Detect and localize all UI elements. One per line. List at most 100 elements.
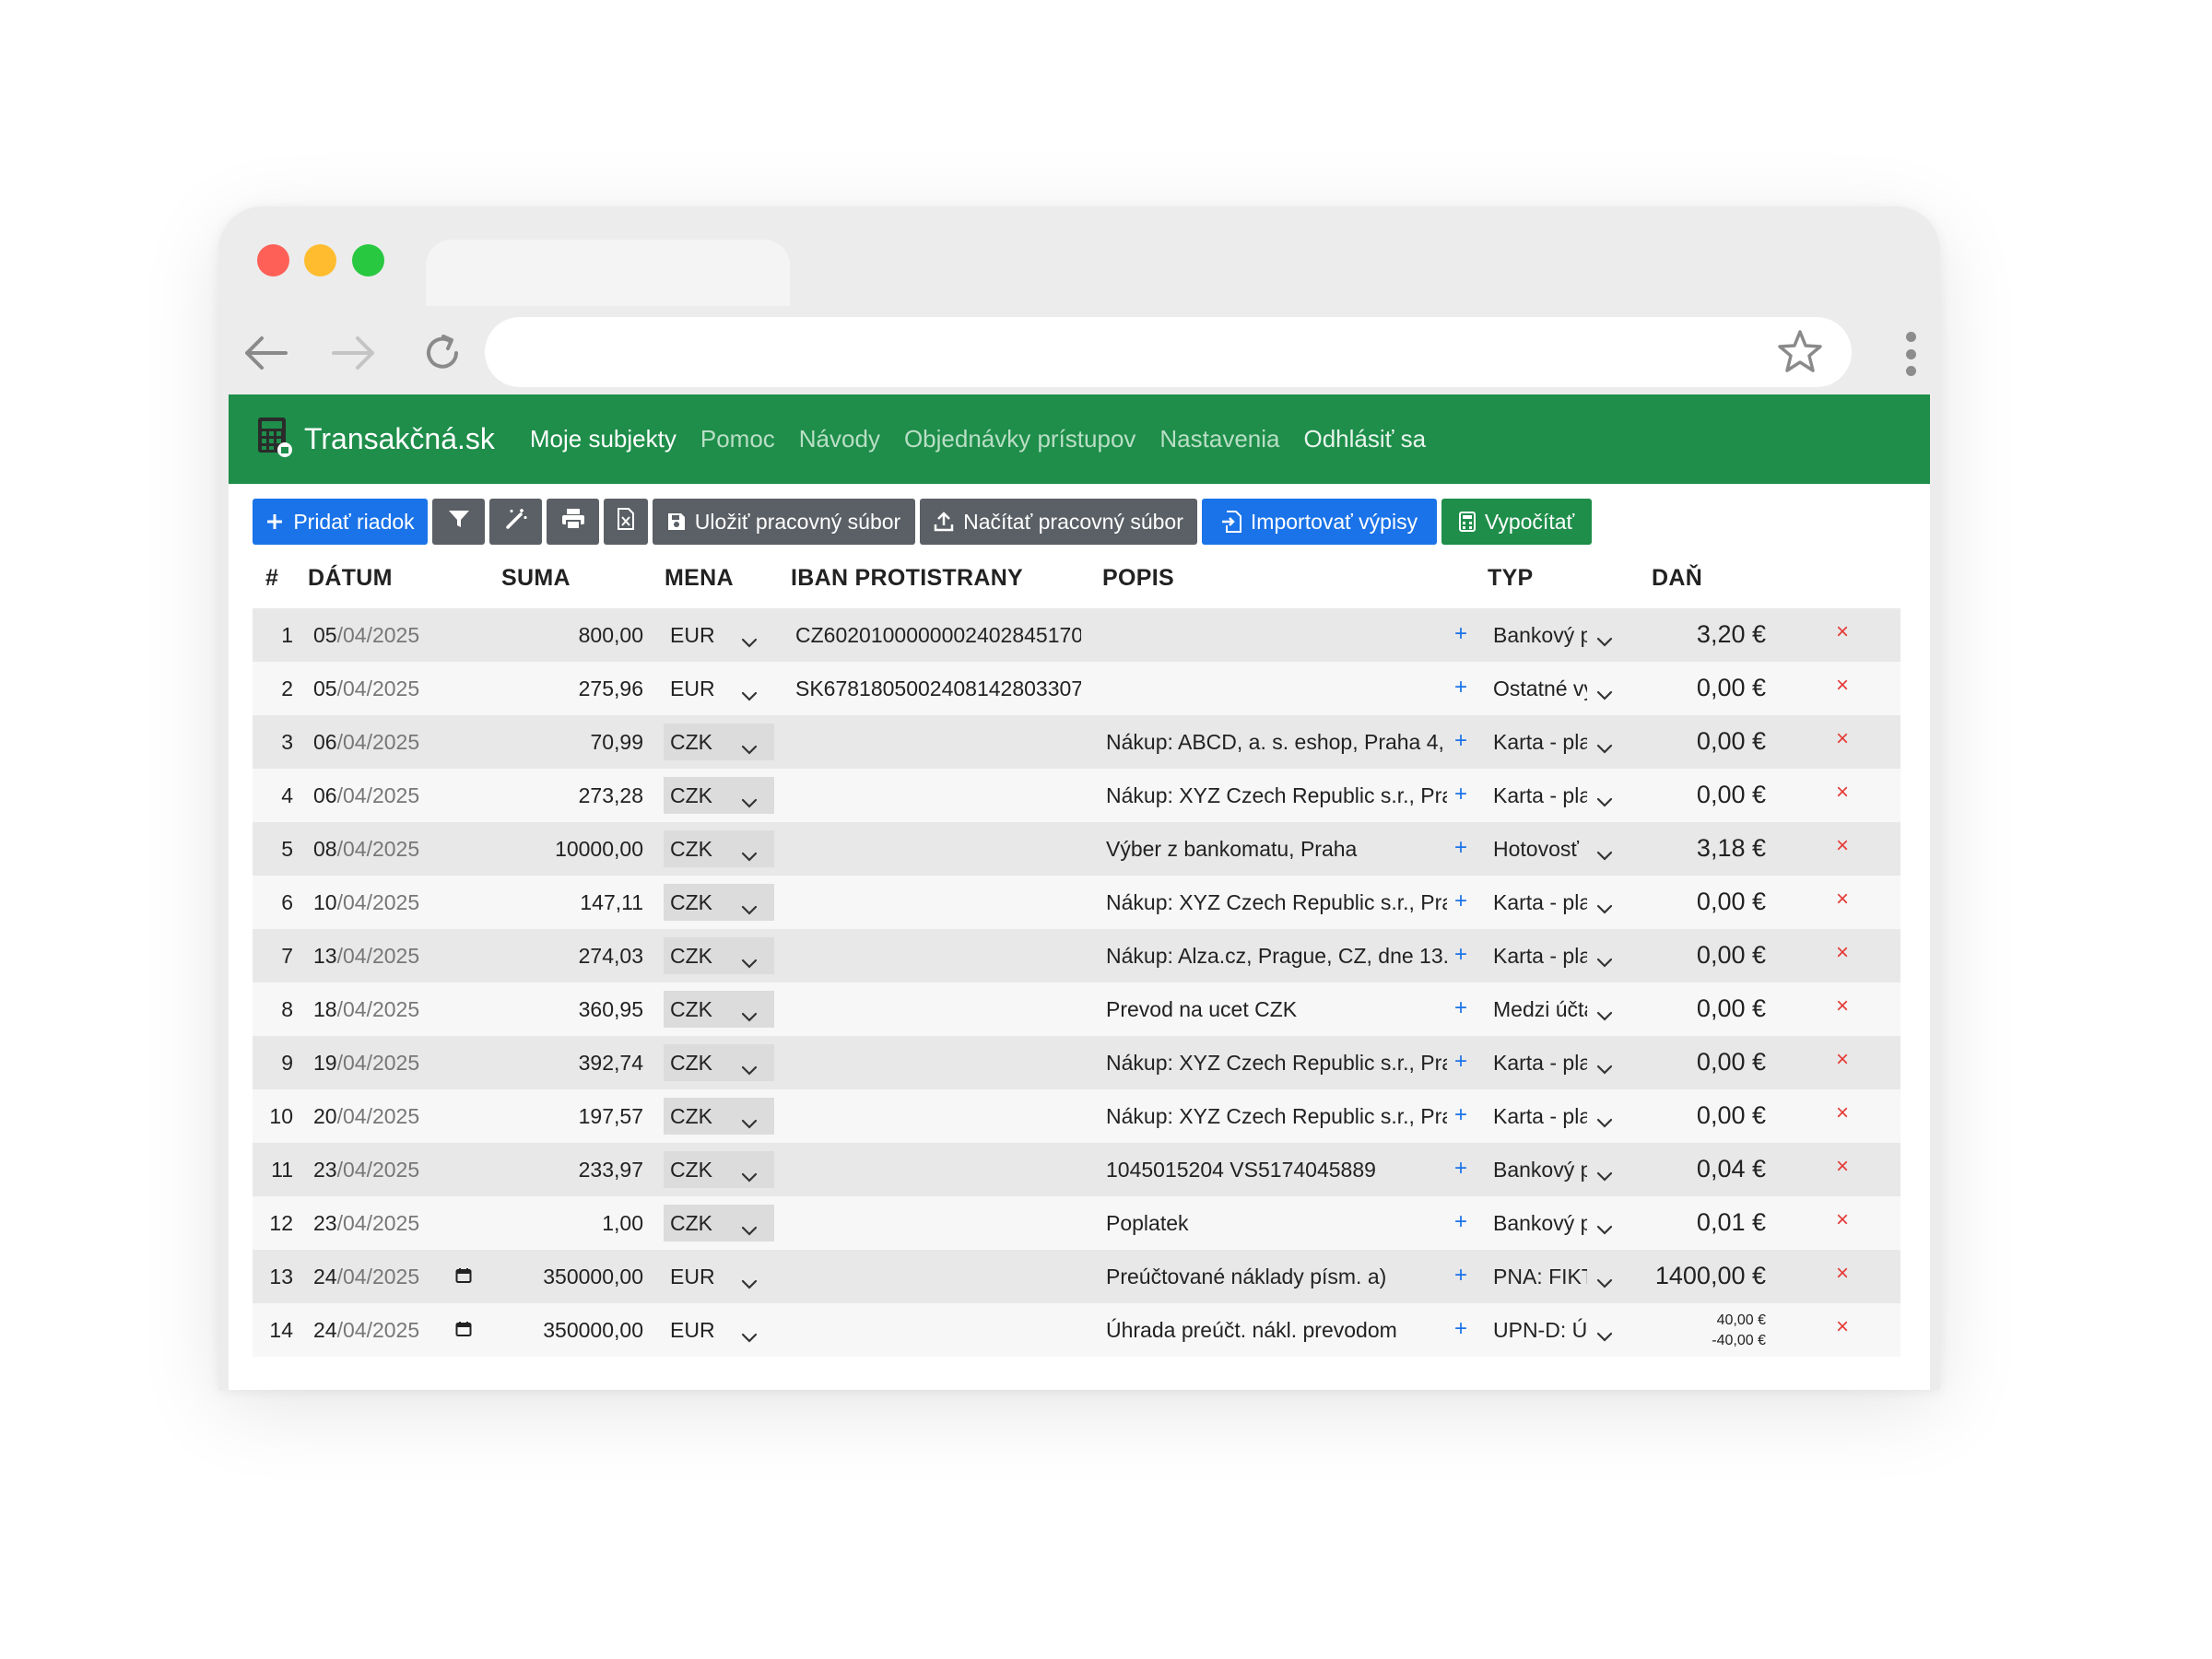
excel-export-button[interactable] [604, 499, 648, 545]
description-field[interactable]: Nákup: XYZ Czech Republic s.r., Praga [1106, 1104, 1447, 1129]
currency-select[interactable]: CZK [664, 937, 774, 974]
add-note-button[interactable]: + [1454, 782, 1467, 807]
chevron-down-icon[interactable] [1596, 1056, 1613, 1081]
delete-row-button[interactable]: × [1836, 1314, 1849, 1340]
currency-select[interactable]: EUR [664, 1312, 774, 1348]
currency-select[interactable]: CZK [664, 1098, 774, 1135]
type-select[interactable]: Ostatné výdavky [1493, 677, 1587, 701]
type-select[interactable]: UPN-D: Úhrada [1493, 1318, 1587, 1343]
chevron-down-icon[interactable] [1596, 1163, 1613, 1188]
add-row-button[interactable]: Pridať riadok [253, 499, 428, 545]
currency-select[interactable]: CZK [664, 1044, 774, 1081]
delete-row-button[interactable]: × [1836, 1207, 1849, 1233]
currency-select[interactable]: CZK [664, 724, 774, 760]
description-field[interactable]: Nákup: Alza.cz, Prague, CZ, dne 13.4. [1106, 944, 1447, 969]
amount-field[interactable]: 274,03 [253, 944, 643, 969]
nav-objednavky[interactable]: Objednávky prístupov [904, 425, 1135, 453]
currency-select[interactable]: CZK [664, 1205, 774, 1241]
add-note-button[interactable]: + [1454, 621, 1467, 647]
currency-select[interactable]: CZK [664, 884, 774, 921]
type-select[interactable]: PNA: FIKT [1493, 1265, 1587, 1289]
type-select[interactable]: Medzi účtami [1493, 997, 1587, 1022]
currency-select[interactable]: CZK [664, 991, 774, 1028]
back-arrow-icon[interactable] [239, 326, 292, 380]
description-field[interactable]: Výber z bankomatu, Praha [1106, 837, 1447, 862]
add-note-button[interactable]: + [1454, 888, 1467, 914]
description-field[interactable]: Poplatek [1106, 1211, 1447, 1236]
currency-select[interactable]: EUR [664, 617, 774, 653]
browser-tab[interactable] [426, 240, 790, 306]
amount-field[interactable]: 350000,00 [253, 1265, 643, 1289]
chevron-down-icon[interactable] [1596, 789, 1613, 814]
add-note-button[interactable]: + [1454, 1156, 1467, 1182]
close-window-button[interactable] [257, 244, 289, 276]
amount-field[interactable]: 1,00 [253, 1211, 643, 1236]
address-bar[interactable] [485, 317, 1852, 387]
delete-row-button[interactable]: × [1836, 994, 1849, 1019]
chevron-down-icon[interactable] [1596, 1003, 1613, 1028]
browser-menu-icon[interactable] [1894, 326, 1927, 382]
delete-row-button[interactable]: × [1836, 1047, 1849, 1073]
delete-row-button[interactable]: × [1836, 887, 1849, 912]
add-note-button[interactable]: + [1454, 942, 1467, 968]
type-select[interactable]: Bankový prevod [1493, 1158, 1587, 1182]
type-select[interactable]: Bankový poplatok [1493, 1211, 1587, 1236]
amount-field[interactable]: 360,95 [253, 997, 643, 1022]
delete-row-button[interactable]: × [1836, 673, 1849, 699]
chevron-down-icon[interactable] [1596, 842, 1613, 867]
currency-select[interactable]: EUR [664, 670, 774, 707]
delete-row-button[interactable]: × [1836, 780, 1849, 806]
maximize-window-button[interactable] [352, 244, 384, 276]
add-note-button[interactable]: + [1454, 1263, 1467, 1288]
nav-logout[interactable]: Odhlásiť sa [1303, 425, 1426, 453]
iban-field[interactable]: SK6781805002408142803307 [795, 677, 1081, 701]
delete-row-button[interactable]: × [1836, 1100, 1849, 1126]
delete-row-button[interactable]: × [1836, 1261, 1849, 1287]
chevron-down-icon[interactable] [1596, 896, 1613, 921]
iban-field[interactable]: CZ6020100000002402845170 [795, 623, 1081, 648]
delete-row-button[interactable]: × [1836, 940, 1849, 966]
amount-field[interactable]: 350000,00 [253, 1318, 643, 1343]
description-field[interactable]: Nákup: XYZ Czech Republic s.r., Praga [1106, 890, 1447, 915]
amount-field[interactable]: 10000,00 [253, 837, 643, 862]
import-statements-button[interactable]: Importovať výpisy [1202, 499, 1437, 545]
add-note-button[interactable]: + [1454, 675, 1467, 700]
add-note-button[interactable]: + [1454, 1209, 1467, 1235]
currency-select[interactable]: CZK [664, 1151, 774, 1188]
chevron-down-icon[interactable] [1596, 629, 1613, 653]
bookmark-star-icon[interactable] [1774, 326, 1826, 378]
reload-icon[interactable] [416, 326, 469, 380]
type-select[interactable]: Hotovosť [1493, 837, 1587, 862]
add-note-button[interactable]: + [1454, 728, 1467, 754]
chevron-down-icon[interactable] [1596, 682, 1613, 707]
nav-nastavenia[interactable]: Nastavenia [1159, 425, 1279, 453]
type-select[interactable]: Bankový poplatok [1493, 623, 1587, 648]
add-note-button[interactable]: + [1454, 835, 1467, 861]
nav-pomoc[interactable]: Pomoc [700, 425, 775, 453]
chevron-down-icon[interactable] [1596, 1324, 1613, 1348]
forward-arrow-icon[interactable] [327, 326, 381, 380]
filter-button[interactable] [432, 499, 485, 545]
nav-navody[interactable]: Návody [799, 425, 880, 453]
amount-field[interactable]: 70,99 [253, 730, 643, 755]
type-select[interactable]: Karta - platba [1493, 730, 1587, 755]
description-field[interactable]: Preúčtované náklady písm. a) [1106, 1265, 1447, 1289]
amount-field[interactable]: 392,74 [253, 1051, 643, 1076]
type-select[interactable]: Karta - platba [1493, 890, 1587, 915]
description-field[interactable]: Nákup: ABCD, a. s. eshop, Praha 4, CZ [1106, 730, 1447, 755]
amount-field[interactable]: 197,57 [253, 1104, 643, 1129]
delete-row-button[interactable]: × [1836, 1154, 1849, 1180]
chevron-down-icon[interactable] [1596, 735, 1613, 760]
description-field[interactable]: Nákup: XYZ Czech Republic s.r., Praga [1106, 783, 1447, 808]
save-file-button[interactable]: Uložiť pracovný súbor [653, 499, 915, 545]
chevron-down-icon[interactable] [1596, 1270, 1613, 1295]
delete-row-button[interactable]: × [1836, 619, 1849, 645]
chevron-down-icon[interactable] [1596, 1217, 1613, 1241]
amount-field[interactable]: 273,28 [253, 783, 643, 808]
amount-field[interactable]: 147,11 [253, 890, 643, 915]
brand[interactable]: Transakčná.sk [256, 416, 495, 463]
chevron-down-icon[interactable] [1596, 949, 1613, 974]
load-file-button[interactable]: Načítať pracovný súbor [920, 499, 1197, 545]
description-field[interactable]: 1045015204 VS5174045889 [1106, 1158, 1447, 1182]
currency-select[interactable]: CZK [664, 830, 774, 867]
